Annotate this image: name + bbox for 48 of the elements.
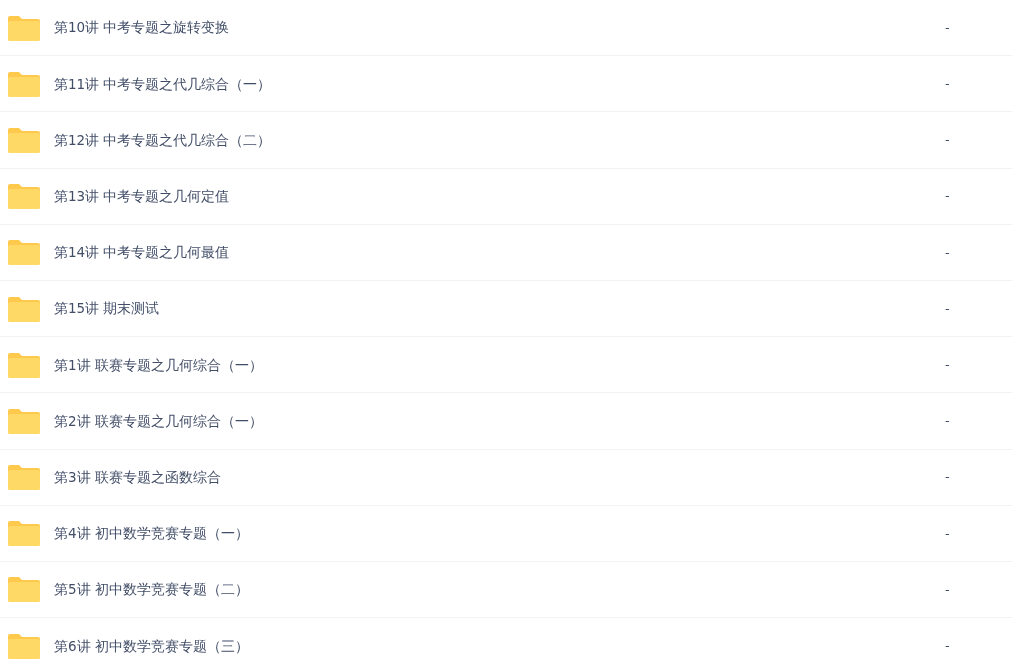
folder-name: 第2讲 联赛专题之几何综合（一） [54, 411, 264, 431]
folder-name: 第4讲 初中数学竞赛专题（一） [54, 524, 250, 544]
folder-icon [8, 520, 40, 547]
folder-icon [8, 14, 40, 41]
folder-icon [8, 70, 40, 97]
folder-size: - [944, 355, 951, 374]
folder-size: - [944, 412, 951, 431]
folder-row[interactable]: 第12讲 中考专题之代几综合（二） - [0, 112, 1012, 169]
folder-size: - [944, 131, 951, 150]
folder-row[interactable]: 第15讲 期末测试 - [0, 280, 1012, 338]
folder-icon [8, 632, 40, 659]
folder-name: 第5讲 初中数学竞赛专题（二） [54, 580, 250, 600]
folder-size: - [944, 580, 951, 599]
folder-name: 第11讲 中考专题之代几综合（一） [54, 74, 273, 94]
folder-icon [8, 576, 40, 603]
folder-size: - [944, 75, 951, 94]
folder-size: - [944, 299, 951, 318]
folder-size: - [944, 468, 951, 487]
folder-name: 第12讲 中考专题之代几综合（二） [54, 130, 273, 150]
folder-size: - [944, 243, 951, 262]
folder-row[interactable]: 第13讲 中考专题之几何定值 - [0, 168, 1012, 225]
folder-name: 第6讲 初中数学竞赛专题（三） [54, 636, 250, 656]
folder-size: - [944, 524, 951, 543]
folder-size: - [944, 187, 951, 206]
folder-size: - [944, 636, 951, 655]
folder-name: 第14讲 中考专题之几何最值 [54, 243, 231, 263]
folder-icon [8, 126, 40, 153]
folder-icon [8, 407, 40, 434]
folder-icon [8, 183, 40, 210]
folder-size: - [944, 18, 951, 37]
folder-row[interactable]: 第6讲 初中数学竞赛专题（三） - [0, 618, 1012, 663]
folder-name: 第1讲 联赛专题之几何综合（一） [54, 355, 264, 375]
folder-name: 第15讲 期末测试 [54, 299, 161, 319]
folder-row[interactable]: 第10讲 中考专题之旋转变换 - [0, 0, 1012, 57]
folder-name: 第10讲 中考专题之旋转变换 [54, 18, 231, 38]
folder-icon [8, 239, 40, 266]
folder-row[interactable]: 第2讲 联赛专题之几何综合（一） - [0, 393, 1012, 450]
folder-row[interactable]: 第5讲 初中数学竞赛专题（二） - [0, 561, 1012, 619]
folder-icon [8, 295, 40, 322]
folder-name: 第13讲 中考专题之几何定值 [54, 187, 231, 207]
folder-icon [8, 464, 40, 491]
folder-name: 第3讲 联赛专题之函数综合 [54, 467, 222, 487]
folder-row[interactable]: 第11讲 中考专题之代几综合（一） - [0, 56, 1012, 113]
folder-row[interactable]: 第3讲 联赛专题之函数综合 - [0, 449, 1012, 506]
folder-icon [8, 351, 40, 378]
folder-row[interactable]: 第4讲 初中数学竞赛专题（一） - [0, 505, 1012, 562]
folder-row[interactable]: 第1讲 联赛专题之几何综合（一） - [0, 337, 1012, 394]
folder-row[interactable]: 第14讲 中考专题之几何最值 - [0, 224, 1012, 281]
